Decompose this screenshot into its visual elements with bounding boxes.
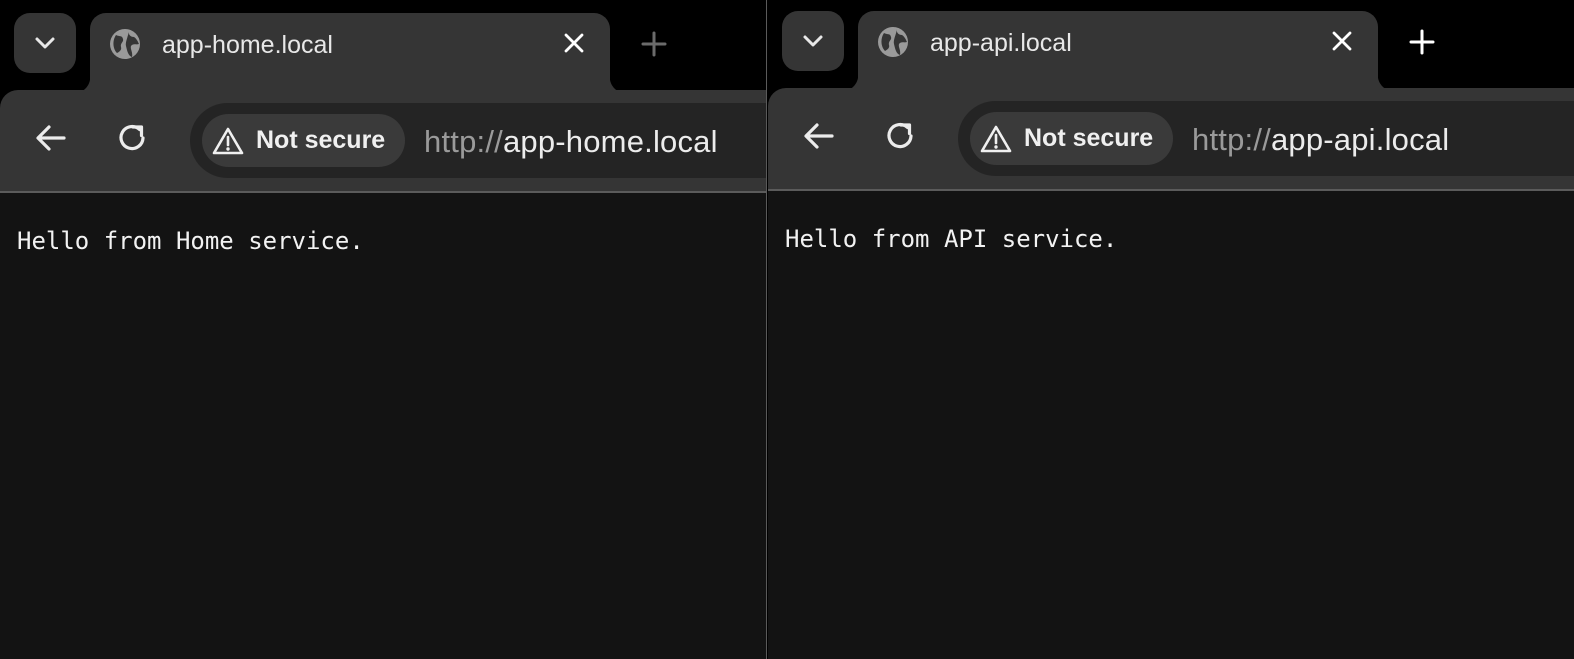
tab-title: app-api.local: [930, 29, 1072, 57]
page-content: Hello from Home service.: [0, 193, 766, 659]
url-scheme: http://: [1192, 122, 1271, 157]
page-text: Hello from API service.: [785, 225, 1118, 253]
tab-title: app-home.local: [162, 31, 333, 59]
security-chip-label: Not secure: [256, 126, 386, 154]
tab-search-button[interactable]: [782, 11, 844, 71]
address-bar[interactable]: Not secure http://app-api.local: [958, 101, 1574, 176]
reload-icon[interactable]: [880, 116, 920, 156]
plus-icon[interactable]: [1406, 26, 1438, 58]
plus-icon[interactable]: [638, 28, 670, 60]
page-content: Hello from API service.: [768, 191, 1574, 659]
tab-strip: app-home.local: [0, 0, 766, 93]
url-host: app-api.local: [1270, 122, 1450, 157]
page-text: Hello from Home service.: [17, 227, 364, 255]
url-text[interactable]: http://app-home.local: [424, 124, 718, 160]
url-text[interactable]: http://app-api.local: [1192, 122, 1449, 158]
close-icon[interactable]: [562, 31, 586, 55]
tab-app-api[interactable]: app-api.local: [842, 11, 1394, 91]
security-chip-label: Not secure: [1024, 124, 1154, 152]
address-bar[interactable]: Not secure http://app-home.local: [190, 103, 766, 178]
arrow-left-icon[interactable]: [799, 116, 839, 156]
globe-icon: [878, 27, 908, 57]
arrow-left-icon[interactable]: [31, 118, 71, 158]
browser-toolbar: Not secure http://app-api.local: [768, 88, 1574, 191]
browser-toolbar: Not secure http://app-home.local: [0, 90, 766, 193]
url-host: app-home.local: [502, 124, 718, 159]
tab-strip: app-api.local: [768, 0, 1574, 91]
url-scheme: http://: [424, 124, 503, 159]
security-chip[interactable]: Not secure: [970, 112, 1174, 165]
warning-icon: [212, 127, 244, 154]
tab-app-home[interactable]: app-home.local: [74, 13, 626, 93]
tab-search-button[interactable]: [14, 13, 76, 73]
browser-window-home: app-home.local Not secure http://app-hom…: [0, 0, 767, 659]
warning-icon: [980, 125, 1012, 152]
browser-window-api: app-api.local Not secure http://app-api.…: [768, 0, 1574, 659]
close-icon[interactable]: [1330, 29, 1354, 53]
globe-icon: [110, 29, 140, 59]
chevron-down-icon: [803, 35, 823, 47]
reload-icon[interactable]: [112, 118, 152, 158]
security-chip[interactable]: Not secure: [202, 114, 406, 167]
chevron-down-icon: [35, 37, 55, 49]
